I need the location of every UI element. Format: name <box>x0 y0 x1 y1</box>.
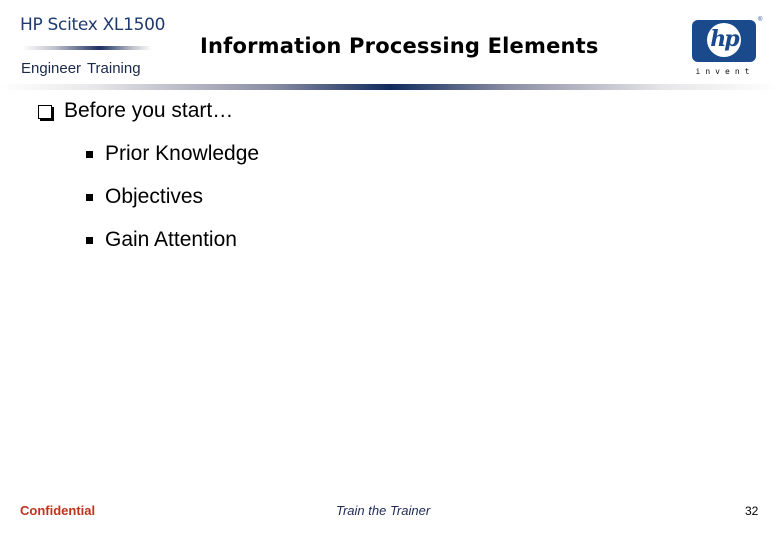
brand-divider <box>22 46 152 50</box>
slide-title: Information Processing Elements <box>200 34 599 58</box>
main-bullet: Before you start… <box>38 99 233 123</box>
brand-title: HP Scitex XL1500 <box>20 15 166 35</box>
hollow-square-bullet-icon <box>38 105 52 119</box>
logo-tagline: invent <box>695 67 755 76</box>
sub-bullet-item: Prior Knowledge <box>86 142 259 166</box>
hp-logo-icon: hp ® invent <box>692 17 762 76</box>
sub-bullet-text: Prior Knowledge <box>105 142 260 165</box>
sub-bullet-text: Gain Attention <box>105 228 237 251</box>
sub-bullet-item: Gain Attention <box>86 228 237 252</box>
filled-square-bullet-icon <box>86 193 93 201</box>
main-bullet-text: Before you start… <box>64 99 234 122</box>
brand-subtitle: Engineer Training <box>21 60 141 77</box>
filled-square-bullet-icon <box>86 150 93 158</box>
page-number: 32 <box>745 504 759 518</box>
header-divider <box>0 84 780 90</box>
logo-text: hp <box>710 26 739 52</box>
filled-square-bullet-icon <box>86 236 93 244</box>
sub-bullet-text: Objectives <box>105 185 204 208</box>
trademark-icon: ® <box>758 17 763 23</box>
footer-confidential: Confidential <box>20 503 96 518</box>
sub-bullet-item: Objectives <box>86 185 203 209</box>
footer-center-text: Train the Trainer <box>336 503 431 518</box>
